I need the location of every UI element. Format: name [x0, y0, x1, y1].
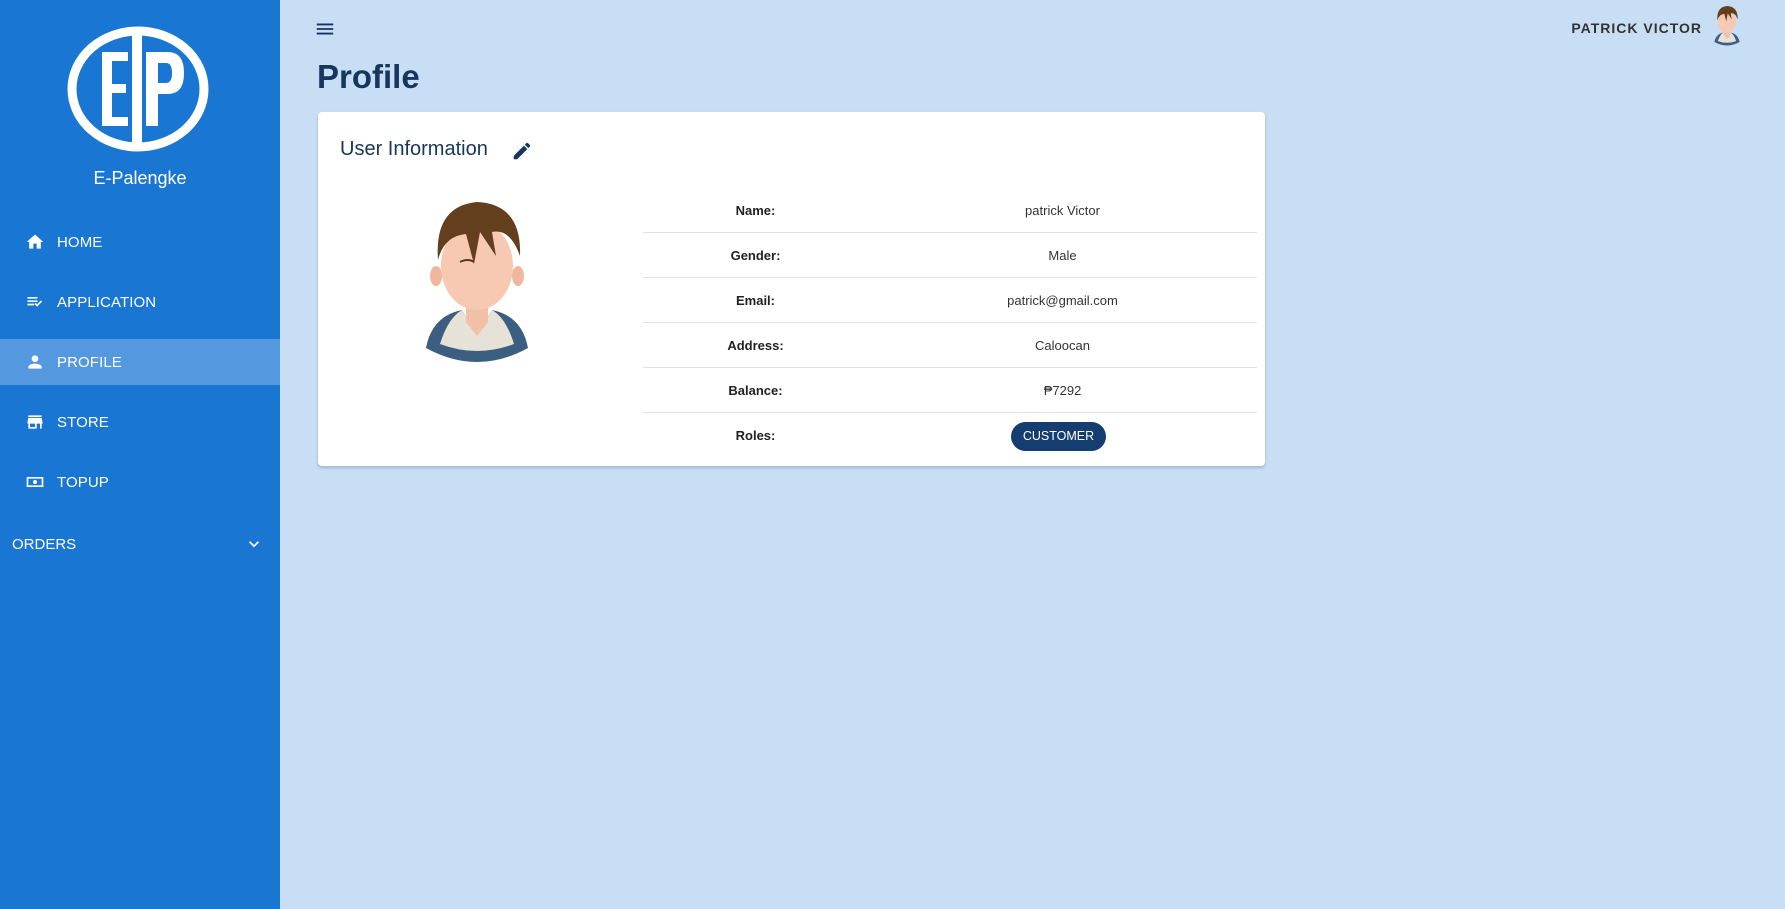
sidebar-item-label: PROFILE	[57, 353, 122, 371]
field-label-roles: Roles:	[735, 428, 776, 443]
field-label-email: Email:	[735, 293, 775, 308]
field-value-address: Caloocan	[1035, 338, 1090, 353]
table-row: Address: Caloocan	[643, 323, 1257, 368]
brand-name: E-Palengke	[93, 168, 187, 188]
page-title: Profile	[317, 58, 420, 95]
role-chip: CUSTOMER	[1010, 422, 1107, 452]
field-value-balance: ₱7292	[1043, 383, 1082, 398]
sidebar-item-home[interactable]: HOME	[0, 219, 280, 265]
user-avatar-icon[interactable]	[1712, 5, 1742, 47]
field-label-name: Name:	[735, 203, 776, 218]
sidebar-item-label: APPLICATION	[57, 293, 157, 311]
sidebar: E-Palengke HOME APPLICATION PROFILE STOR…	[0, 0, 280, 909]
field-value-roles: CUSTOMER	[868, 413, 1257, 458]
cash-icon	[25, 472, 45, 492]
field-value-name: patrick Victor	[1025, 203, 1100, 218]
card-title: User Information	[340, 138, 488, 160]
sidebar-item-profile[interactable]: PROFILE	[0, 339, 280, 385]
sidebar-item-label: HOME	[57, 233, 103, 251]
hamburger-menu-icon[interactable]	[314, 18, 336, 40]
store-icon	[25, 412, 45, 432]
table-row: Email: patrick@gmail.com	[643, 278, 1257, 323]
field-value-gender: Male	[1048, 248, 1077, 263]
table-row: Gender: Male	[643, 233, 1257, 278]
profile-avatar	[426, 202, 528, 362]
sidebar-item-label: STORE	[57, 413, 109, 431]
user-info-table: Name: patrick Victor Gender: Male Email:…	[643, 188, 1257, 458]
app-logo	[67, 26, 209, 152]
person-icon	[25, 352, 45, 372]
table-row: Name: patrick Victor	[643, 188, 1257, 233]
sidebar-item-topup[interactable]: TOPUP	[0, 459, 280, 505]
home-icon	[25, 232, 45, 252]
sidebar-item-orders[interactable]: ORDERS	[0, 521, 280, 567]
pencil-icon[interactable]	[511, 140, 533, 162]
field-value-email: patrick@gmail.com	[1007, 293, 1118, 308]
sidebar-item-label: ORDERS	[12, 535, 77, 553]
field-label-address: Address:	[727, 338, 784, 353]
sidebar-item-application[interactable]: APPLICATION	[0, 279, 280, 325]
chevron-down-icon	[244, 534, 264, 554]
field-label-balance: Balance:	[728, 383, 783, 398]
field-label-gender: Gender:	[730, 248, 781, 263]
playlist-check-icon	[25, 292, 45, 312]
sidebar-item-label: TOPUP	[57, 473, 109, 491]
user-name: PATRICK VICTOR	[1571, 20, 1702, 36]
table-row: Roles: CUSTOMER	[643, 413, 1257, 458]
table-row: Balance: ₱7292	[643, 368, 1257, 413]
user-information-card: User Information Name: patrick Victor Ge…	[318, 112, 1265, 466]
sidebar-item-store[interactable]: STORE	[0, 399, 280, 445]
